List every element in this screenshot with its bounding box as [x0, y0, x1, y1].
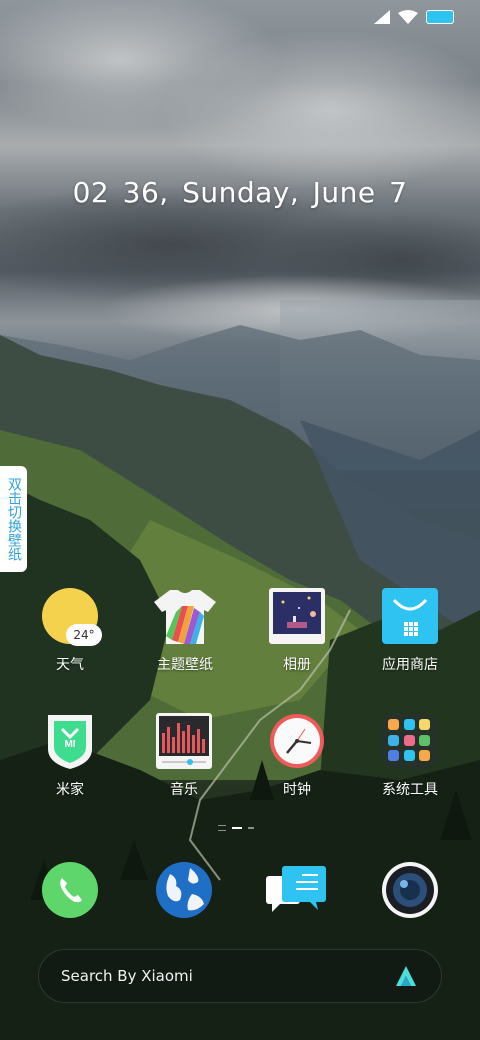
dock-phone[interactable]: [40, 860, 100, 920]
weather-icon: 24°: [42, 588, 102, 646]
dock-messages[interactable]: [266, 860, 326, 920]
app-store-icon: [382, 588, 438, 644]
app-weather[interactable]: 24° 天气: [20, 588, 120, 674]
phone-icon: [42, 862, 98, 918]
mi-home-icon: MI: [42, 713, 98, 769]
date-time-widget[interactable]: 02 36, Sunday, June 7: [0, 176, 480, 209]
music-icon: [156, 713, 212, 769]
app-label: 米家: [56, 782, 84, 798]
gallery-icon: [269, 588, 325, 644]
app-label: 时钟: [283, 782, 311, 798]
app-clock[interactable]: 时钟: [247, 713, 347, 799]
date-day: Sunday,: [182, 176, 300, 209]
dock-camera[interactable]: [380, 860, 440, 920]
battery-icon: [426, 10, 454, 24]
page-indicator-current: [232, 827, 242, 829]
app-themes[interactable]: 主题壁纸: [135, 588, 235, 674]
app-music[interactable]: 音乐: [134, 713, 234, 799]
page-indicator-menu: [218, 825, 226, 831]
date-month: June: [312, 176, 376, 209]
page-indicator-next: [248, 827, 254, 829]
theme-icon: [154, 588, 216, 644]
app-label: 主题壁纸: [157, 657, 213, 673]
weather-temperature: 24°: [66, 624, 102, 646]
app-label: 系统工具: [382, 782, 438, 798]
app-label: 相册: [283, 657, 311, 673]
search-placeholder: Search By Xiaomi: [61, 967, 193, 985]
date-number: 7: [389, 176, 408, 209]
app-label: 音乐: [170, 782, 198, 798]
messages-icon: [266, 866, 326, 912]
app-gallery[interactable]: 相册: [247, 588, 347, 674]
dock-browser[interactable]: [154, 860, 214, 920]
app-label: 应用商店: [382, 657, 438, 673]
app-store[interactable]: 应用商店: [360, 588, 460, 674]
app-label: 天气: [56, 657, 84, 673]
status-bar: [374, 10, 454, 24]
system-tools-folder-icon: [382, 713, 438, 769]
page-indicator[interactable]: [218, 825, 254, 831]
browser-icon: [156, 862, 212, 918]
app-mi-home[interactable]: MI 米家: [20, 713, 120, 799]
switch-wallpaper-tab[interactable]: 双击切换壁纸: [0, 466, 27, 572]
camera-icon: [382, 862, 438, 918]
clock-minute: 36,: [122, 176, 169, 209]
svg-text:MI: MI: [64, 739, 75, 750]
xiao-ai-logo-icon[interactable]: [395, 964, 417, 988]
signal-icon: [374, 10, 390, 24]
clock-icon: [269, 713, 325, 769]
folder-system-tools[interactable]: 系统工具: [360, 713, 460, 799]
clock-hour: 02: [72, 176, 110, 209]
search-bar[interactable]: Search By Xiaomi: [38, 949, 442, 1003]
wifi-icon: [398, 10, 418, 24]
